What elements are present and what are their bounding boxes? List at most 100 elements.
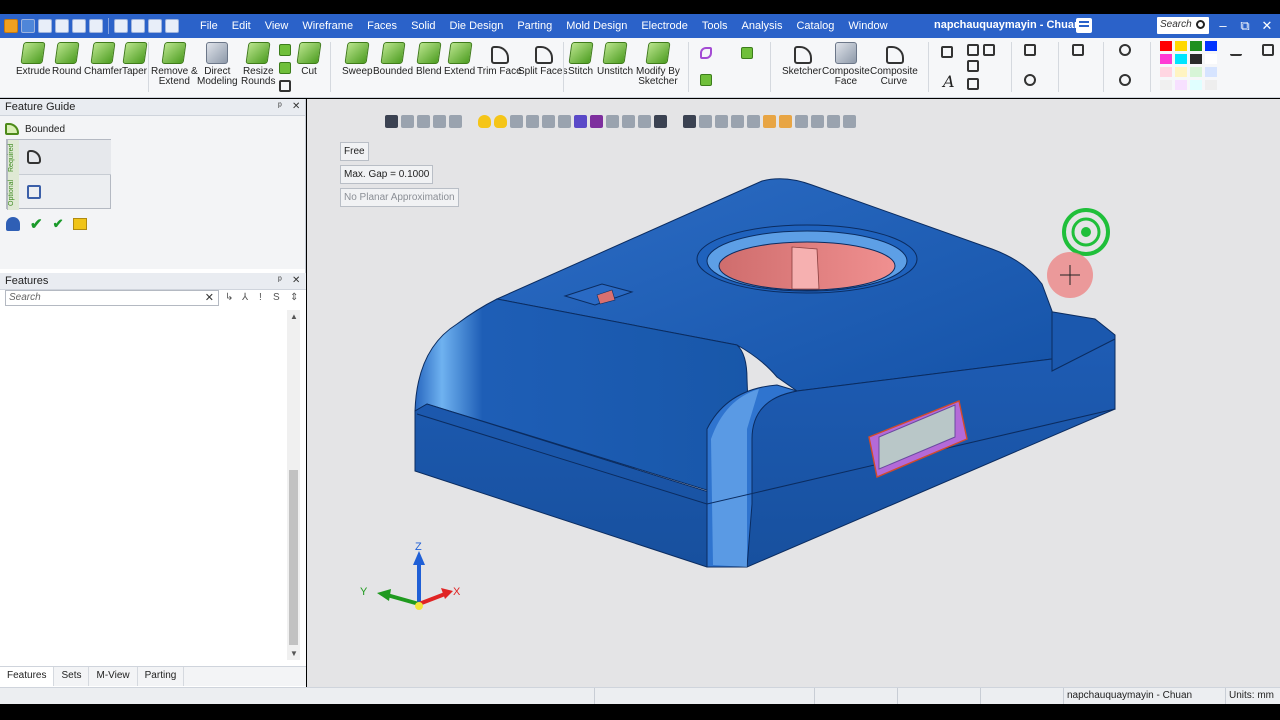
curve-tool-icon[interactable] (700, 47, 712, 59)
optional-step[interactable] (19, 175, 111, 210)
cut-button[interactable]: Cut (296, 42, 322, 77)
remove-extend-button[interactable]: Remove & Extend (151, 42, 198, 87)
composite-curve-button[interactable]: Composite Curve (870, 42, 918, 87)
small-tool-icon[interactable] (279, 44, 291, 56)
unstitch-button[interactable]: Unstitch (597, 42, 633, 77)
color-swatch[interactable] (1160, 67, 1172, 77)
extrude-button[interactable]: Extrude (16, 42, 50, 77)
apply-button[interactable]: ✔ (53, 216, 64, 232)
extend-button[interactable]: Extend (444, 42, 475, 77)
customize-icon[interactable] (165, 19, 179, 33)
small-tool-icon[interactable] (279, 62, 291, 74)
zoom-icon[interactable] (1119, 44, 1131, 56)
ok-button[interactable]: ✔ (30, 215, 43, 233)
features-search-input[interactable]: Search ✕ (5, 290, 219, 306)
split-faces-button[interactable]: Split Faces (518, 42, 567, 77)
color-swatch[interactable] (1205, 80, 1217, 90)
color-swatch[interactable] (1190, 54, 1202, 64)
ribbon-restore-icon[interactable] (1262, 44, 1274, 56)
blend-button[interactable]: Blend (416, 42, 442, 77)
dimension-small-icon[interactable] (967, 44, 979, 56)
save-icon[interactable] (21, 19, 35, 33)
color-swatch[interactable] (1160, 80, 1172, 90)
small-tool-icon[interactable] (279, 80, 291, 92)
menu-electrode[interactable]: Electrode (634, 20, 694, 32)
print-preview-icon[interactable] (89, 19, 103, 33)
coordinate-tool-icon[interactable] (700, 74, 712, 86)
scroll-up-icon[interactable]: ▲ (290, 312, 298, 321)
color-swatch[interactable] (1205, 67, 1217, 77)
clear-search-icon[interactable]: ✕ (205, 291, 214, 304)
required-step[interactable] (19, 140, 111, 175)
tab-m-view[interactable]: M-View (89, 667, 138, 686)
graphics-viewport[interactable]: Free Max. Gap = 0.1000 No Planar Approxi… (307, 99, 1280, 687)
menu-window[interactable]: Window (841, 20, 894, 32)
expand-collapse-icon[interactable]: ⇕ (290, 292, 298, 303)
color-swatch[interactable] (1175, 67, 1187, 77)
close-window-button[interactable]: ✕ (1256, 16, 1278, 36)
sets-filter-icon[interactable]: S (273, 292, 280, 303)
sketcher-button[interactable]: Sketcher (782, 42, 821, 77)
feature-tree-scrollbar[interactable]: ▲ ▼ (287, 310, 300, 660)
menu-parting[interactable]: Parting (510, 20, 559, 32)
taper-button[interactable]: Taper (121, 42, 148, 77)
bounded-button[interactable]: Bounded (373, 42, 413, 77)
modify-by-sketcher-button[interactable]: Modify By Sketcher (636, 42, 680, 87)
menu-analysis[interactable]: Analysis (735, 20, 790, 32)
angle-icon[interactable] (967, 78, 979, 90)
relation-icon[interactable] (1024, 44, 1036, 56)
home-view-icon[interactable] (55, 19, 69, 33)
pin-icon[interactable]: ᵖ (278, 275, 282, 286)
color-swatch[interactable] (1160, 54, 1172, 64)
menu-view[interactable]: View (258, 20, 296, 32)
part-model-canvas[interactable]: Z X Y (307, 99, 1280, 687)
open-icon[interactable] (38, 19, 52, 33)
dependency-icon[interactable]: ⅄ (242, 292, 248, 303)
scroll-thumb[interactable] (289, 470, 298, 645)
color-swatch[interactable] (1175, 80, 1187, 90)
user-options-icon[interactable] (6, 217, 20, 231)
regenerate-icon[interactable] (1024, 74, 1036, 86)
close-panel-icon[interactable]: ✕ (292, 101, 300, 112)
menu-faces[interactable]: Faces (360, 20, 404, 32)
composite-face-button[interactable]: Composite Face (822, 42, 870, 87)
trim-face-button[interactable]: Trim Face (477, 42, 522, 77)
close-panel-icon[interactable]: ✕ (292, 275, 300, 286)
undo-icon[interactable] (114, 19, 128, 33)
global-search-input[interactable]: Search (1157, 17, 1209, 34)
feature-tree[interactable] (3, 310, 287, 660)
resize-rounds-button[interactable]: Resize Rounds (241, 42, 275, 87)
filter-icon[interactable]: ↳ (225, 292, 233, 303)
menu-tools[interactable]: Tools (695, 20, 735, 32)
color-swatch[interactable] (1205, 54, 1217, 64)
color-swatch[interactable] (1190, 80, 1202, 90)
color-swatch[interactable] (1190, 67, 1202, 77)
restore-button[interactable]: ⧉ (1234, 16, 1256, 36)
chamfer-button[interactable]: Chamfer (84, 42, 122, 77)
app-logo-icon[interactable] (4, 19, 18, 33)
repeat-icon[interactable] (148, 19, 162, 33)
color-swatch[interactable] (1205, 41, 1217, 51)
tab-parting[interactable]: Parting (138, 667, 185, 686)
pin-icon[interactable]: ᵖ (278, 101, 282, 112)
menu-catalog[interactable]: Catalog (789, 20, 841, 32)
color-swatch[interactable] (1190, 41, 1202, 51)
tab-features[interactable]: Features (0, 667, 55, 686)
datum-icon[interactable] (967, 60, 979, 72)
sweep-button[interactable]: Sweep (342, 42, 373, 77)
round-button[interactable]: Round (52, 42, 81, 77)
print-icon[interactable] (72, 19, 86, 33)
constraint-icon[interactable] (983, 44, 995, 56)
minimize-button[interactable]: – (1212, 16, 1234, 36)
menu-file[interactable]: File (193, 20, 225, 32)
color-swatch[interactable] (1160, 41, 1172, 51)
preview-icon[interactable] (73, 218, 88, 230)
menu-edit[interactable]: Edit (225, 20, 258, 32)
axis-tool-icon[interactable] (741, 47, 753, 59)
search-icon[interactable] (1196, 20, 1205, 29)
color-swatch[interactable] (1175, 41, 1187, 51)
menu-wireframe[interactable]: Wireframe (295, 20, 360, 32)
color-swatch[interactable] (1175, 54, 1187, 64)
menu-mold-design[interactable]: Mold Design (559, 20, 634, 32)
tab-sets[interactable]: Sets (54, 667, 90, 686)
